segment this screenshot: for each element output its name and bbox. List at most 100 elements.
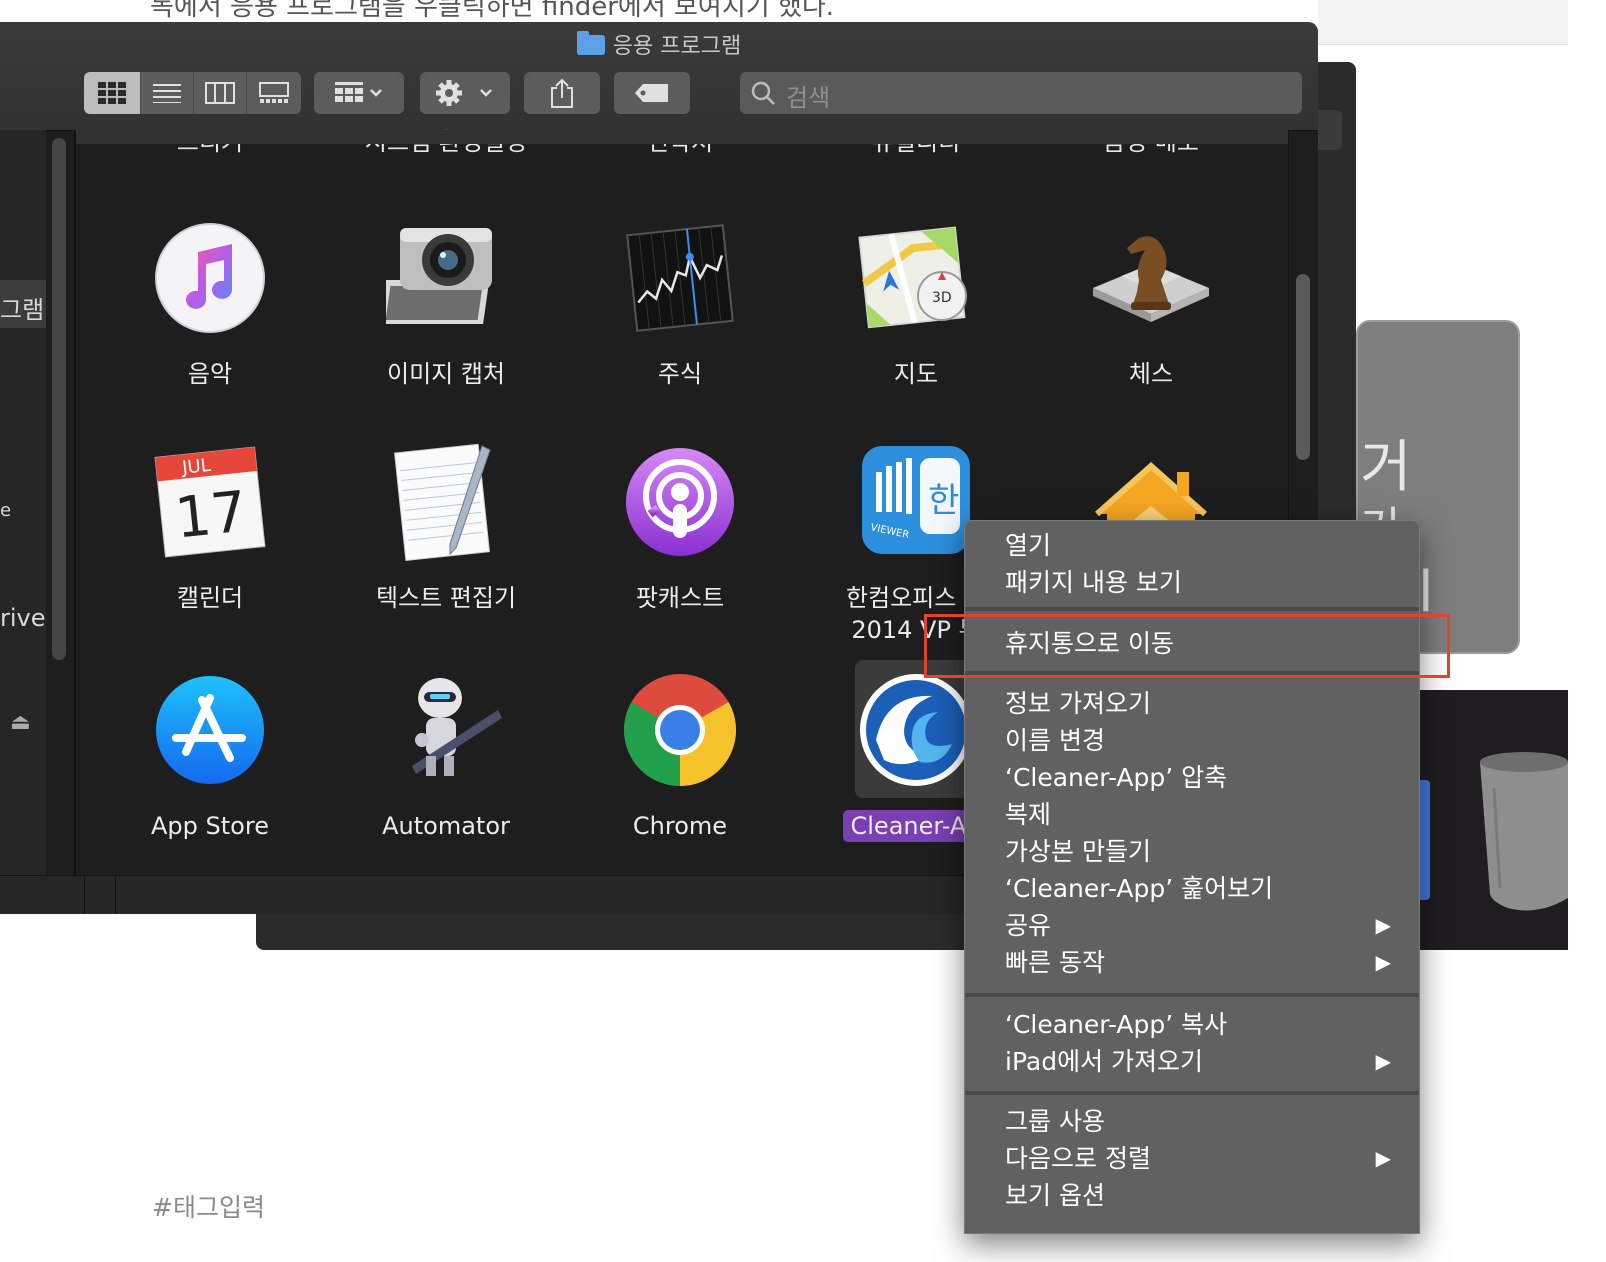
toolbar-overlap <box>76 130 1288 144</box>
window-title: 응용 프로그램 <box>0 28 1318 60</box>
column-view-button[interactable] <box>194 72 247 114</box>
menu-item-quick-look[interactable]: ‘Cleaner-App’ 훑어보기 <box>1005 870 1397 907</box>
dialog-text-1: 거 <box>1360 435 1412 500</box>
app-label: 지도 <box>893 360 939 388</box>
trash-icon[interactable] <box>1478 748 1568 916</box>
window-title-text: 응용 프로그램 <box>612 34 742 59</box>
app-automator[interactable]: Automator <box>346 670 546 842</box>
menu-item-import-from-ipad[interactable]: iPad에서 가져오기 ▶ <box>1005 1043 1397 1080</box>
group-by-button[interactable] <box>314 72 404 114</box>
svg-text:3D: 3D <box>932 290 952 306</box>
submenu-arrow-icon: ▶ <box>1375 1146 1391 1170</box>
app-calendar[interactable]: JUL 17 캘린더 <box>110 442 310 614</box>
tag-input[interactable]: #태그입력 <box>152 1188 265 1224</box>
menu-item-compress[interactable]: ‘Cleaner-App’ 압축 <box>1005 759 1397 796</box>
finder-toolbar: 응용 프로그램 검색 <box>0 22 1318 131</box>
app-label: 주식 <box>657 360 703 388</box>
calendar-month: JUL <box>180 455 212 479</box>
submenu-arrow-icon: ▶ <box>1375 1049 1391 1073</box>
hancom-viewer-icon: 한 VIEWER <box>862 446 970 554</box>
menu-separator <box>965 607 1419 611</box>
image-capture-icon <box>379 228 492 324</box>
menu-item-quick-actions-label: 빠른 동작 <box>1005 948 1105 977</box>
automator-icon <box>412 678 502 776</box>
menu-item-make-alias[interactable]: 가상본 만들기 <box>1005 833 1397 870</box>
menu-item-rename[interactable]: 이름 변경 <box>1005 722 1397 759</box>
app-label: 체스 <box>1128 360 1174 388</box>
action-control[interactable] <box>420 72 510 114</box>
search-placeholder: 검색 <box>786 84 831 112</box>
cleaner-app-icon <box>860 674 972 786</box>
sidebar-divider[interactable] <box>74 130 76 875</box>
menu-item-share-label: 공유 <box>1005 911 1052 940</box>
list-view-button[interactable] <box>141 72 194 114</box>
list-icon <box>153 84 181 103</box>
app-textedit[interactable]: 텍스트 편집기 <box>346 442 546 614</box>
search-icon <box>751 81 775 105</box>
app-label: Automator <box>382 812 510 840</box>
gear-icon <box>436 80 492 106</box>
menu-item-sort-by[interactable]: 다음으로 정렬 ▶ <box>1005 1140 1397 1177</box>
blog-top-bar <box>1318 0 1568 45</box>
textedit-icon <box>394 443 491 562</box>
app-maps[interactable]: 3D 지도 <box>816 218 1016 390</box>
menu-item-view-options[interactable]: 보기 옵션 <box>1005 1177 1397 1214</box>
menu-separator <box>965 993 1419 997</box>
chrome-icon <box>623 674 737 786</box>
tag-button[interactable] <box>614 72 690 114</box>
app-label: App Store <box>151 812 269 840</box>
sidebar-item-drive[interactable]: rive <box>0 604 46 632</box>
tag-control[interactable] <box>614 72 690 114</box>
menu-item-use-groups[interactable]: 그룹 사용 <box>1005 1103 1397 1140</box>
menu-item-open[interactable]: 열기 <box>1005 527 1397 564</box>
gallery-view-button[interactable] <box>247 72 301 114</box>
menu-item-import-label: iPad에서 가져오기 <box>1005 1047 1204 1076</box>
eject-icon[interactable]: ⏏ <box>10 710 31 735</box>
sidebar-scrollbar[interactable] <box>52 138 66 660</box>
app-chrome[interactable]: Chrome <box>580 670 780 842</box>
stocks-icon <box>626 224 734 332</box>
music-icon <box>155 223 265 333</box>
blog-top-text: 독에서 응용 프로그램을 우클릭하면 finder에서 보여지기 했다. <box>150 0 835 22</box>
folder-icon <box>576 31 605 55</box>
icon-view-button[interactable] <box>84 72 141 114</box>
calendar-icon: JUL 17 <box>154 446 266 558</box>
tag-icon <box>635 84 668 102</box>
svg-text:한: 한 <box>928 481 959 521</box>
submenu-arrow-icon: ▶ <box>1375 950 1391 974</box>
share-icon <box>551 78 573 108</box>
search-field[interactable]: 검색 <box>740 72 1302 114</box>
action-button[interactable] <box>420 72 510 114</box>
content-scrollbar[interactable] <box>1296 274 1310 460</box>
podcasts-icon <box>626 448 734 556</box>
menu-item-show-package-contents[interactable]: 패키지 내용 보기 <box>1005 564 1397 601</box>
menu-item-copy[interactable]: ‘Cleaner-App’ 복사 <box>1005 1006 1397 1043</box>
menu-item-share[interactable]: 공유 ▶ <box>1005 907 1397 944</box>
app-chess[interactable]: 체스 <box>1051 218 1251 390</box>
app-label: 팟캐스트 <box>635 584 725 612</box>
columns-icon <box>205 82 235 104</box>
menu-item-duplicate[interactable]: 복제 <box>1005 796 1397 833</box>
submenu-arrow-icon: ▶ <box>1375 913 1391 937</box>
menu-separator <box>965 1091 1419 1095</box>
group-icon <box>335 82 382 102</box>
menu-item-quick-actions[interactable]: 빠른 동작 ▶ <box>1005 944 1397 981</box>
sidebar-item-partial[interactable]: e <box>0 500 11 521</box>
app-image-capture[interactable]: 이미지 캡처 <box>346 218 546 390</box>
app-podcasts[interactable]: 팟캐스트 <box>580 442 780 614</box>
menu-item-get-info[interactable]: 정보 가져오기 <box>1005 685 1397 722</box>
app-label: 음악 <box>187 360 233 388</box>
view-mode-group <box>84 72 301 114</box>
app-stocks[interactable]: 주식 <box>580 218 780 390</box>
highlight-box <box>924 614 1450 678</box>
chess-icon <box>1093 236 1209 322</box>
share-button[interactable] <box>524 72 600 114</box>
share-control[interactable] <box>524 72 600 114</box>
app-music[interactable]: 음악 <box>110 218 310 390</box>
app-label: 텍스트 편집기 <box>375 584 517 612</box>
group-by-control[interactable] <box>314 72 404 114</box>
app-app-store[interactable]: App Store <box>110 670 310 842</box>
menu-item-sort-by-label: 다음으로 정렬 <box>1005 1144 1151 1173</box>
sidebar-item-applications[interactable]: 그램 <box>0 290 44 325</box>
gallery-icon <box>259 82 289 103</box>
